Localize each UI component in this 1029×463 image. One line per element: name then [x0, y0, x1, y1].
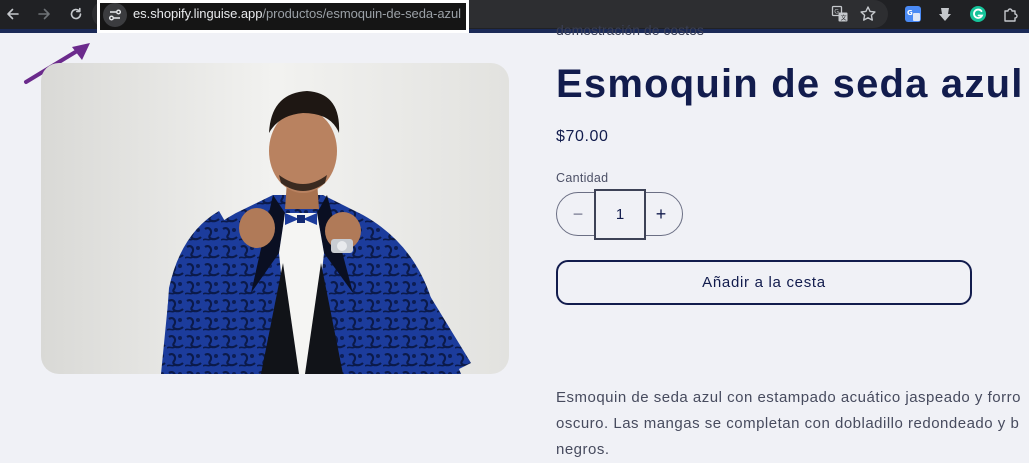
bookmark-star-icon [860, 6, 876, 21]
download-extension[interactable] [935, 4, 955, 24]
description-line: negros. [556, 441, 610, 458]
url-text[interactable]: es.shopify.linguise.app/productos/esmoqu… [133, 6, 461, 22]
quantity-increase-button[interactable]: + [642, 193, 680, 235]
translate-page-button[interactable]: G 文 [830, 4, 850, 24]
quantity-label: Cantidad [556, 171, 609, 185]
quantity-stepper: − 1 + [556, 189, 683, 240]
translate-icon: G 文 [831, 5, 848, 22]
grammarly-extension[interactable] [968, 4, 988, 24]
quantity-input[interactable]: 1 [594, 189, 646, 240]
add-to-cart-button[interactable]: Añadir a la cesta [556, 260, 972, 305]
svg-text:文: 文 [841, 14, 847, 22]
url-host: es.shopify.linguise.app [133, 6, 263, 21]
forward-arrow-icon [38, 8, 50, 20]
back-button[interactable] [2, 3, 24, 25]
svg-text:G: G [907, 9, 913, 17]
grammarly-extension-icon [970, 6, 986, 22]
product-description: Esmoquin de seda azul con estampado acuá… [556, 385, 1029, 463]
reload-icon [70, 7, 82, 20]
google-translate-extension[interactable]: G [903, 4, 923, 24]
site-info-button[interactable] [103, 3, 127, 27]
description-line: Esmoquin de seda azul con estampado acuá… [556, 389, 1021, 406]
reload-button[interactable] [65, 3, 87, 25]
url-path: /productos/esmoquin-de-seda-azul [262, 6, 461, 21]
product-image[interactable] [41, 63, 509, 374]
extensions-puzzle-icon [1004, 8, 1018, 22]
site-info-icon [109, 9, 121, 21]
google-translate-extension-icon: G [905, 6, 921, 22]
extensions-button[interactable] [1001, 4, 1021, 24]
description-line: oscuro. Las mangas se completan con dobl… [556, 415, 1020, 432]
product-title: Esmoquin de seda azul [556, 62, 1024, 106]
quantity-decrease-button[interactable]: − [559, 193, 597, 235]
svg-text:G: G [834, 9, 839, 16]
bookmark-button[interactable] [858, 4, 878, 24]
download-extension-icon [939, 8, 951, 21]
forward-button[interactable] [33, 3, 55, 25]
model-in-blue-tuxedo-image [41, 63, 509, 374]
product-subtitle: demostración de costos [556, 22, 704, 38]
back-arrow-icon [7, 8, 19, 20]
product-price: $70.00 [556, 128, 609, 145]
